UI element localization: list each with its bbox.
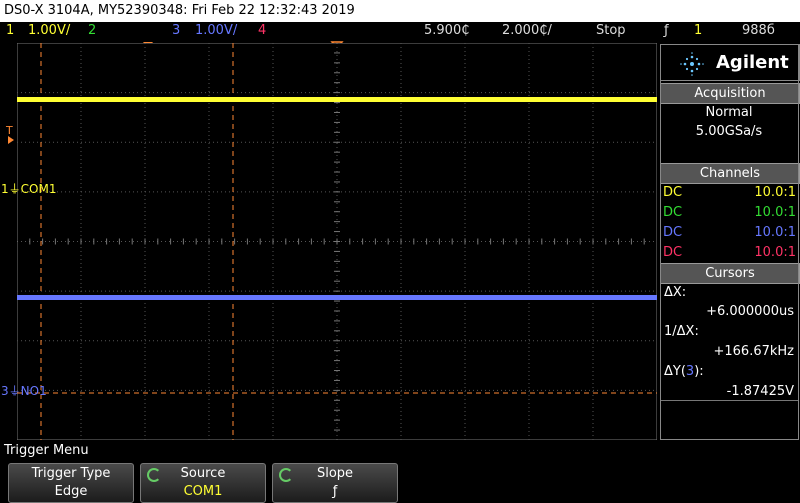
ch1-number[interactable]: 1 — [6, 22, 14, 40]
delta-y-suffix: ): — [694, 364, 704, 379]
trigger-level[interactable]: 988б — [742, 22, 775, 40]
agilent-spark-icon — [680, 52, 704, 76]
ch3-trace — [17, 295, 657, 300]
ch3-marker-number: 3 — [1, 384, 9, 398]
acquisition-header: Acquisition — [660, 83, 800, 104]
trigger-source[interactable]: 1 — [694, 22, 702, 40]
panel-divider — [660, 400, 798, 401]
softkey-title: Trigger Type — [31, 466, 111, 481]
channel-coupling: DC — [663, 205, 683, 220]
channel-probe-ratio: 10.0:1 — [754, 185, 796, 200]
channels-header: Channels — [660, 163, 800, 184]
channel-row: DC 10.0:1 — [663, 184, 796, 202]
brand-name: Agilent — [716, 52, 789, 73]
ground-icon: ⏚ — [8, 384, 21, 398]
channel-probe-ratio: 10.0:1 — [754, 245, 796, 260]
softkey-value: Edge — [54, 484, 88, 499]
ch1-trace — [17, 97, 657, 102]
window-title: DS0-X 3104A, MY52390348: Fri Feb 22 12:3… — [0, 0, 800, 22]
ch1-marker-number: 1 — [1, 182, 9, 196]
cursors-header: Cursors — [660, 263, 800, 284]
ch3-ground-marker[interactable]: 3⏚NO1 — [1, 382, 47, 399]
time-scale[interactable]: 2.000₵/ — [502, 22, 552, 40]
softkey-value: COM1 — [183, 484, 223, 499]
ch3-marker-label: NO1 — [20, 384, 47, 398]
run-state[interactable]: Stop — [596, 22, 626, 40]
delta-y-prefix: ΔY( — [664, 364, 686, 379]
delta-y-channel: 3 — [685, 364, 695, 379]
inverse-delta-x-label: 1/ΔX: — [664, 324, 699, 339]
delta-x-label: ΔX: — [664, 285, 687, 300]
ch1-scale[interactable]: 1.00V/ — [28, 22, 70, 40]
ch3-number[interactable]: 3 — [172, 22, 180, 40]
trigger-edge-icon: ƒ — [664, 23, 669, 38]
delta-y-value: -1.87425V — [726, 384, 794, 399]
waveform-display[interactable] — [17, 43, 657, 440]
channel-probe-ratio: 10.0:1 — [754, 225, 796, 240]
softkey-title: Source — [180, 466, 226, 481]
channel-row: DC 10.0:1 — [663, 204, 796, 222]
menu-title: Trigger Menu — [4, 443, 89, 458]
info-panel: Agilent Acquisition Normal 5.00GSa/s Cha… — [660, 44, 800, 440]
channel-coupling: DC — [663, 225, 683, 240]
channel-row: DC 10.0:1 — [663, 244, 796, 262]
ch2-number[interactable]: 2 — [88, 22, 96, 40]
ground-icon: ⏚ — [8, 182, 21, 196]
slope-softkey[interactable]: Slope ƒ — [272, 463, 398, 503]
brand-logo: Agilent — [660, 44, 800, 81]
ch1-ground-marker[interactable]: 1⏚COM1 — [1, 180, 56, 197]
ch3-scale[interactable]: 1.00V/ — [195, 22, 237, 40]
channel-row: DC 10.0:1 — [663, 224, 796, 242]
ch1-marker-label: COM1 — [20, 182, 57, 196]
time-delay[interactable]: 5.900₵ — [424, 22, 470, 40]
softkey-title: Slope — [316, 466, 354, 481]
status-bar: 1 1.00V/ 2 3 1.00V/ 4 5.900₵ 2.000₵/ Sto… — [0, 22, 800, 40]
channel-probe-ratio: 10.0:1 — [754, 205, 796, 220]
channel-coupling: DC — [663, 245, 683, 260]
delta-y-label: ΔY(3): — [664, 364, 704, 379]
inverse-delta-x-value: +166.67kHz — [713, 344, 794, 359]
delta-x-value: +6.000000us — [706, 304, 794, 319]
trigger-type-softkey[interactable]: Trigger Type Edge — [8, 463, 134, 503]
channel-coupling: DC — [663, 185, 683, 200]
softkey-value: ƒ — [332, 484, 338, 499]
ch4-number[interactable]: 4 — [258, 22, 266, 40]
trigger-arrow-icon — [8, 136, 14, 144]
sample-rate: 5.00GSa/s — [695, 124, 763, 139]
source-softkey[interactable]: Source COM1 — [140, 463, 266, 503]
acquisition-mode: Normal — [705, 105, 753, 120]
